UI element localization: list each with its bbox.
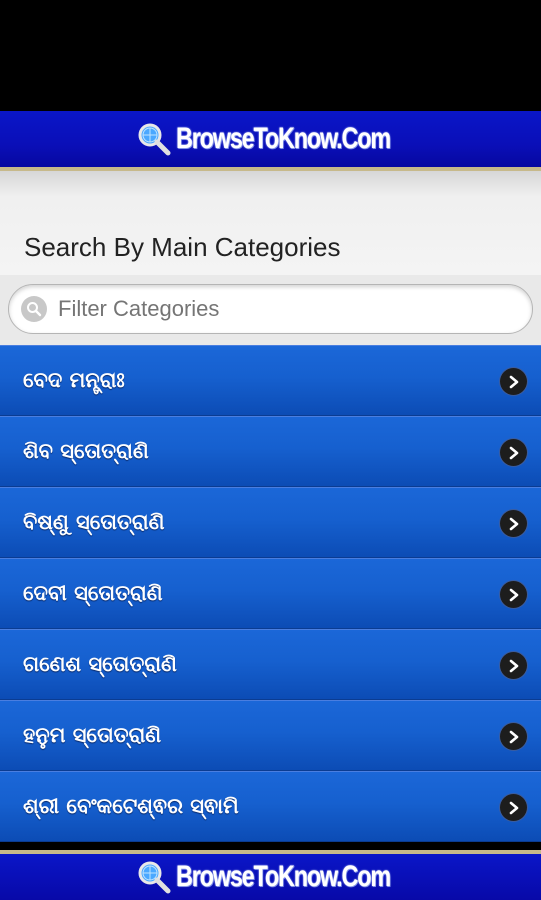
app-footer: BrowseToKnow.Com	[0, 850, 541, 900]
category-label: ଦେବୀ ସ୍ତୋତ୍ରାଣି	[23, 581, 163, 605]
search-field[interactable]	[8, 284, 533, 334]
footer-brand-name: BrowseToKnow.Com	[175, 860, 391, 893]
search-icon	[21, 296, 47, 322]
footer-brand-logo[interactable]: BrowseToKnow.Com	[136, 859, 406, 895]
category-item[interactable]: ଦେବୀ ସ୍ତୋତ୍ରାଣି	[0, 558, 541, 629]
search-input[interactable]	[56, 295, 500, 323]
search-bar	[0, 275, 541, 345]
category-item[interactable]: ଶିବ ସ୍ତୋତ୍ରାଣି	[0, 416, 541, 487]
category-label: ଗଣେଶ ସ୍ତୋତ୍ରାଣି	[23, 652, 177, 676]
status-bar	[0, 0, 541, 111]
page-title: Search By Main Categories	[24, 232, 341, 262]
category-label: ବେଦ ମନ୍ତ୍ରାଃ	[23, 368, 125, 392]
brand-name: BrowseToKnow.Com	[175, 122, 391, 155]
chevron-right-icon	[500, 652, 527, 679]
brand-logo[interactable]: BrowseToKnow.Com	[136, 121, 406, 157]
app-header: BrowseToKnow.Com	[0, 111, 541, 171]
category-label: ଶ୍ରୀ ବେଂକଟେଶ୍ଵର ସ୍ଵାମି	[23, 794, 239, 818]
category-item[interactable]: ହନୁମ ସ୍ତୋତ୍ରାଣି	[0, 700, 541, 771]
category-label: ବିଷ୍ଣୁ ସ୍ତୋତ୍ରାଣି	[23, 510, 165, 534]
category-item[interactable]: ଗଣେଶ ସ୍ତୋତ୍ରାଣି	[0, 629, 541, 700]
category-list: ବେଦ ମନ୍ତ୍ରାଃ ଶିବ ସ୍ତୋତ୍ରାଣି ବିଷ୍ଣୁ ସ୍ତୋତ…	[0, 345, 541, 842]
chevron-right-icon	[500, 581, 527, 608]
category-item[interactable]: ଶ୍ରୀ ବେଂକଟେଶ୍ଵର ସ୍ଵାମି	[0, 771, 541, 842]
chevron-right-icon	[500, 723, 527, 750]
magnifier-globe-icon	[138, 861, 170, 894]
category-item[interactable]: ବେଦ ମନ୍ତ୍ରାଃ	[0, 345, 541, 416]
category-label: ଶିବ ସ୍ତୋତ୍ରାଣି	[23, 439, 149, 463]
chevron-right-icon	[500, 368, 527, 395]
chevron-right-icon	[500, 510, 527, 537]
magnifier-globe-icon	[138, 123, 170, 156]
chevron-right-icon	[500, 794, 527, 821]
chevron-right-icon	[500, 439, 527, 466]
category-label: ହନୁମ ସ୍ତୋତ୍ରାଣି	[23, 723, 162, 747]
category-item[interactable]: ବିଷ୍ଣୁ ସ୍ତୋତ୍ରାଣି	[0, 487, 541, 558]
